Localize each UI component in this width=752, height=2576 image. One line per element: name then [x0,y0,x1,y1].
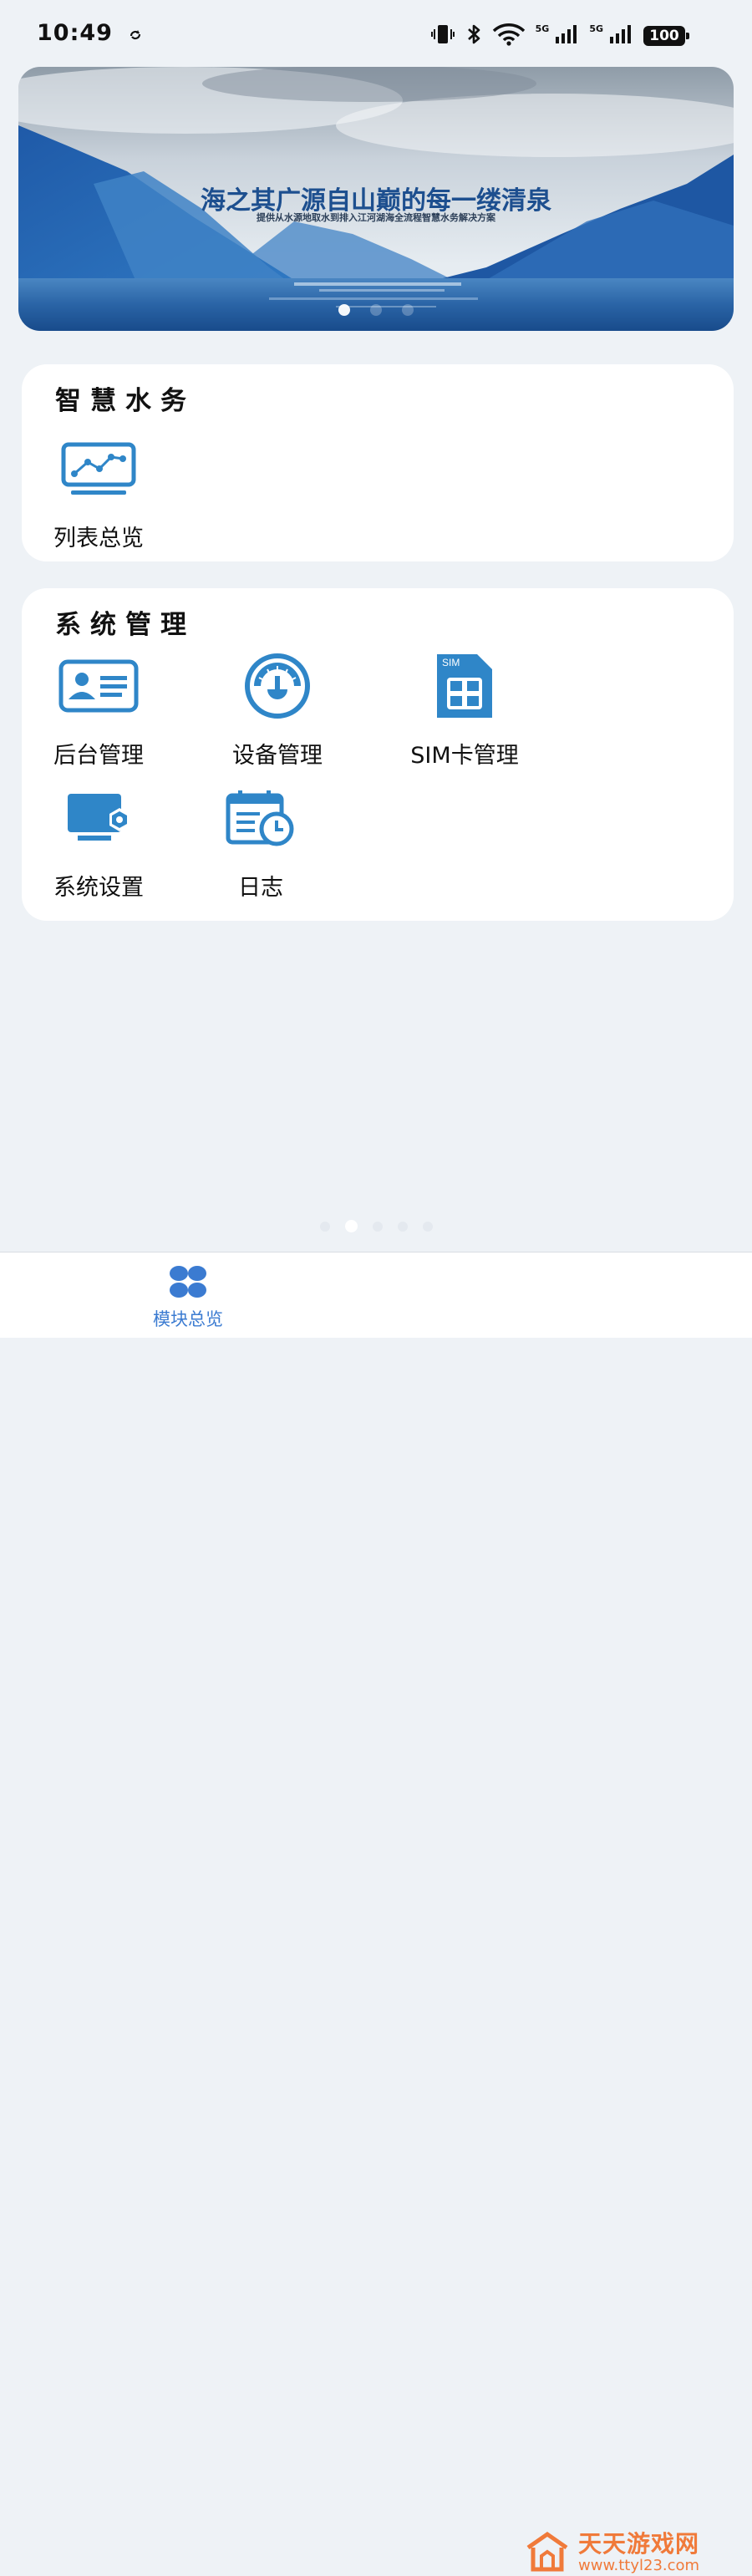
tile-label: SIM卡管理 [410,743,519,769]
device-management-button[interactable]: 设备管理 [211,650,344,770]
tile-label: 后台管理 [53,743,144,769]
banner-dot [402,304,414,316]
system-settings-button[interactable]: 系统设置 [32,782,165,902]
status-icons: 5G 5G 100 [430,23,689,49]
bottom-navigation: 模块总览 天天游戏网 www.ttyl23.com [0,1252,752,2574]
page-dot [319,1222,330,1232]
calendar-clock-icon [225,789,297,851]
signal-icon-2 [608,23,633,48]
page-dot [372,1222,383,1232]
network-type-1: 5G [535,23,550,34]
watermark: 天天游戏网 www.ttyl23.com [525,2531,699,2576]
tile-label: 列表总览 [53,526,144,551]
system-management-section: 系统管理 后台管理 设备管理 SIM SIM卡管理 系统设置 日志 [22,588,734,921]
house-logo-icon [525,2531,570,2576]
page-dot [397,1222,408,1232]
vibrate-icon [430,23,455,48]
section-title: 系统管理 [55,610,196,640]
gauge-icon [236,653,319,723]
wifi-icon [492,23,526,49]
status-time: 10:49 [37,20,113,46]
banner-indicator [18,304,734,316]
status-bar: 10:49 5G 5G 100 [0,0,752,69]
smart-water-section: 智慧水务 列表总览 [22,364,734,561]
section-title: 智慧水务 [55,386,196,416]
sim-card-icon: SIM [434,651,495,724]
backend-management-button[interactable]: 后台管理 [32,650,165,770]
bluetooth-icon [465,23,482,49]
banner-dot [338,304,350,316]
svg-text:SIM: SIM [442,657,460,668]
banner-subtitle: 提供从水源地取水到排入江河湖海全流程智慧水务解决方案 [257,212,495,223]
four-petal-icon [167,1266,209,1303]
tab-module-overview[interactable]: 模块总览 [142,1264,234,1331]
battery-indicator: 100 [643,26,689,46]
log-button[interactable]: 日志 [194,782,328,902]
network-type-2: 5G [589,23,603,34]
monitor-chart-icon [61,442,136,499]
watermark-title: 天天游戏网 [578,2530,700,2558]
tile-label: 设备管理 [232,743,323,769]
page-dot-active [344,1220,358,1232]
banner-carousel[interactable]: 海之其广源自山巅的每一缕清泉 提供从水源地取水到排入江河湖海全流程智慧水务解决方… [18,67,734,331]
id-card-icon [58,659,139,716]
tile-label: 日志 [238,875,283,901]
banner-dot [370,304,382,316]
signal-icon-1 [554,23,579,48]
sync-icon [129,28,142,45]
page-dot [422,1222,433,1232]
page-indicator [0,1220,752,1232]
sim-card-management-button[interactable]: SIM SIM卡管理 [398,650,531,770]
list-overview-button[interactable]: 列表总览 [32,433,165,552]
tab-label: 模块总览 [153,1309,223,1329]
monitor-settings-icon [63,790,135,849]
watermark-url: www.ttyl23.com [578,2557,700,2574]
tile-label: 系统设置 [53,875,144,901]
